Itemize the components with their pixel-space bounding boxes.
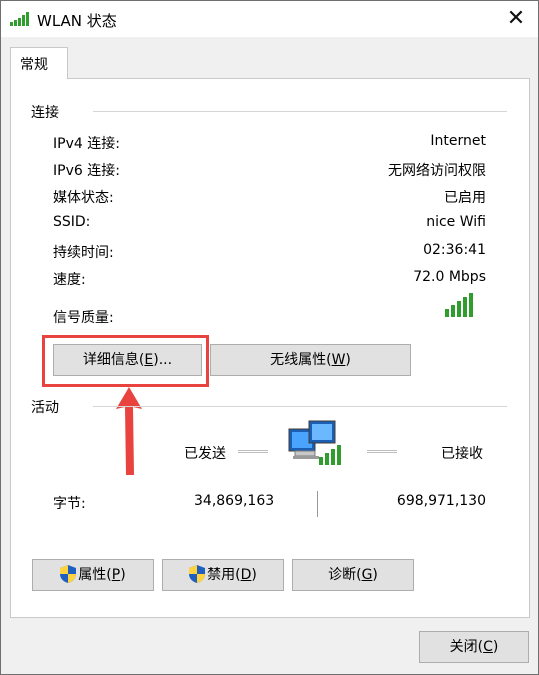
ipv6-label: IPv6 连接: <box>53 163 120 179</box>
disable-button[interactable]: 禁用(D) <box>162 559 284 591</box>
ipv4-value: Internet <box>430 133 486 149</box>
highlight-box <box>42 335 209 387</box>
tab-general-label: 常规 <box>20 57 48 73</box>
media-state-value: 已启用 <box>444 190 486 206</box>
speed-label: 速度: <box>53 272 86 288</box>
sent-dash <box>238 450 268 453</box>
wlan-status-window: WLAN 状态 ✕ 常规 连接 IPv4 连接: Internet IPv6 连… <box>0 0 539 675</box>
wifi-signal-icon <box>10 12 30 26</box>
uac-shield-icon <box>189 565 206 583</box>
signal-quality-label: 信号质量: <box>53 310 114 326</box>
diagnose-button[interactable]: 诊断(G) <box>292 559 414 591</box>
ipv6-value: 无网络访问权限 <box>388 163 486 179</box>
uac-shield-icon <box>60 565 77 583</box>
duration-value: 02:36:41 <box>423 242 486 258</box>
media-state-label: 媒体状态: <box>53 190 114 206</box>
bytes-label: 字节: <box>53 496 86 512</box>
network-computers-icon <box>288 420 341 465</box>
activity-divider <box>93 406 507 407</box>
ssid-value: nice Wifi <box>426 214 486 230</box>
ssid-label: SSID: <box>53 214 91 230</box>
properties-button[interactable]: 属性(P) <box>32 559 154 591</box>
title-bar[interactable]: WLAN 状态 ✕ <box>1 1 538 37</box>
close-button[interactable]: 关闭(C) <box>419 631 529 663</box>
ipv4-label: IPv4 连接: <box>53 136 120 152</box>
speed-value: 72.0 Mbps <box>413 269 486 285</box>
bytes-separator <box>317 491 318 517</box>
tab-general[interactable]: 常规 <box>10 47 68 79</box>
window-title: WLAN 状态 <box>37 12 117 30</box>
signal-quality-icon <box>445 293 475 317</box>
sent-label: 已发送 <box>184 446 226 462</box>
annotation-arrow <box>116 387 142 475</box>
close-icon[interactable]: ✕ <box>506 6 526 32</box>
duration-label: 持续时间: <box>53 245 114 261</box>
activity-group-title: 活动 <box>31 397 59 417</box>
bytes-received-value: 698,971,130 <box>396 493 486 509</box>
received-dash <box>367 450 397 453</box>
connection-divider <box>93 111 507 112</box>
bytes-sent-value: 34,869,163 <box>194 493 275 509</box>
wireless-properties-button[interactable]: 无线属性(W) <box>210 344 411 376</box>
received-label: 已接收 <box>441 446 483 462</box>
connection-group-title: 连接 <box>31 102 59 122</box>
